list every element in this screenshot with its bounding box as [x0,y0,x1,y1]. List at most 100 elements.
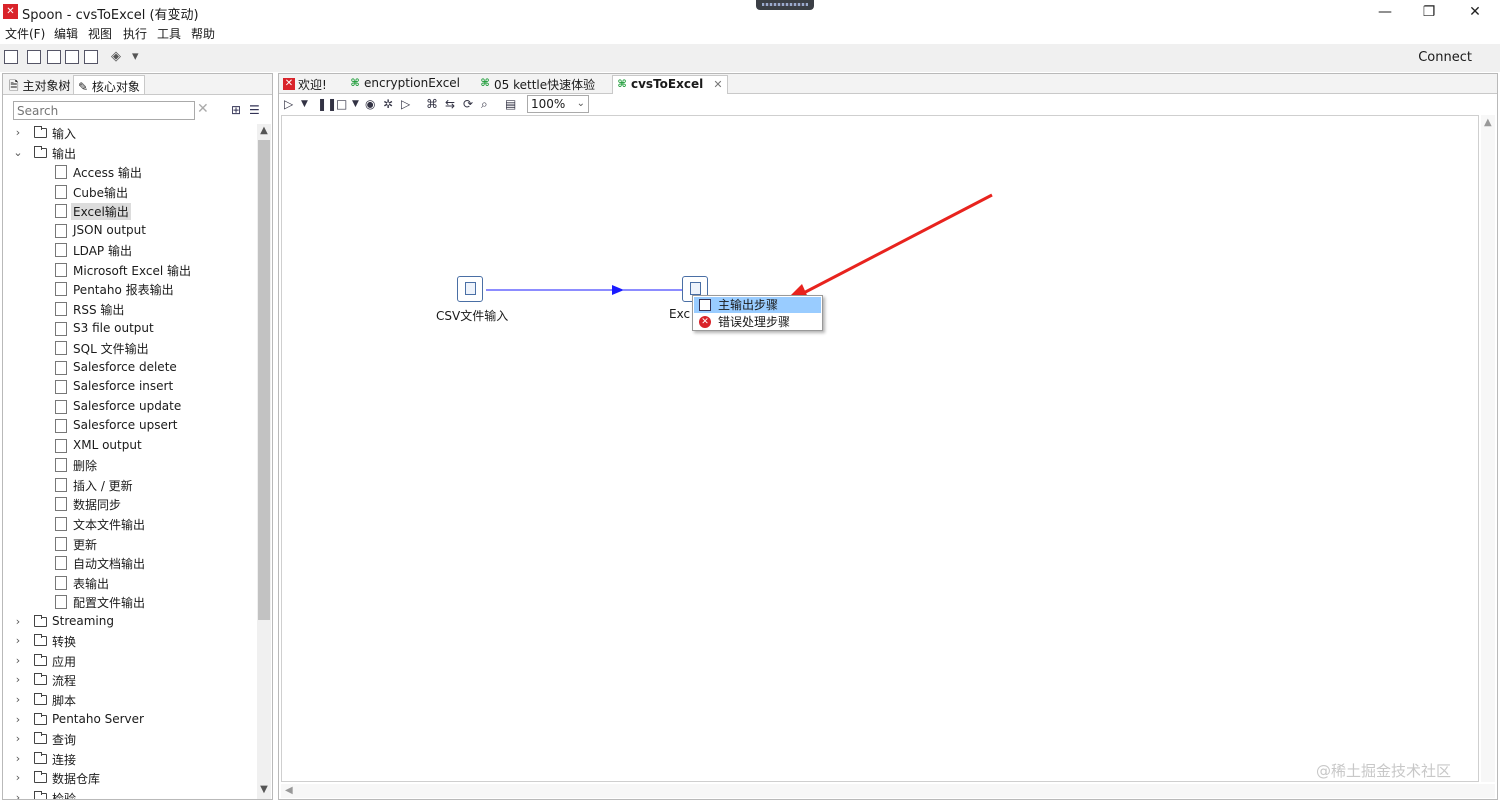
expand-all-icon[interactable]: ⊞ [231,103,241,117]
tree-step-item[interactable]: 插入 / 更新 [3,476,256,495]
tree-step-item[interactable]: Cube输出 [3,183,256,202]
chevron-right-icon[interactable]: › [12,730,24,748]
menu-help[interactable]: 帮助 [191,25,215,42]
tree-folder[interactable]: › 脚本 [3,691,256,710]
tree-folder[interactable]: › Streaming [3,613,256,632]
tab-main-tree[interactable]: 🗎 主对象树 [5,75,75,94]
save-as-icon[interactable] [84,50,98,64]
tab-welcome[interactable]: ✕ 欢迎! [280,75,331,94]
tab-encryption-excel[interactable]: ⌘ encryptionExcel [346,75,464,94]
tree-folder[interactable]: › 应用 [3,652,256,671]
tree-step-item[interactable]: Excel输出 [3,202,256,221]
layers-dropdown-icon[interactable]: ▾ [132,50,146,64]
tree-step-item[interactable]: SQL 文件输出 [3,339,256,358]
preview-icon[interactable]: ◉ [365,97,375,111]
tree-folder[interactable]: › 连接 [3,750,256,769]
chevron-right-icon[interactable]: › [12,613,24,631]
tree-scrollbar[interactable]: ▲ ▼ [257,124,271,799]
run-dropdown-icon[interactable]: ▼ [301,97,308,111]
menu-main-output-step[interactable]: 主输出步骤 [694,297,821,313]
scroll-up-icon[interactable]: ▲ [1484,117,1492,128]
restore-button[interactable]: ❐ [1406,0,1452,24]
tree-step-item[interactable]: Salesforce delete [3,359,256,378]
menu-edit[interactable]: 编辑 [54,25,78,42]
tree-step-item[interactable]: Salesforce update [3,398,256,417]
chevron-right-icon[interactable]: › [12,769,24,787]
tree-step-item[interactable]: XML output [3,437,256,456]
sql-icon[interactable]: ⟳ [463,97,473,111]
scroll-up-icon[interactable]: ▲ [257,125,271,136]
open-file-icon[interactable] [27,50,41,64]
stop-icon[interactable]: □ [336,97,347,111]
show-results-icon[interactable]: ▤ [505,97,516,111]
scroll-left-icon[interactable]: ◀ [285,785,293,796]
explore-repository-icon[interactable] [47,50,61,64]
tree-step-item[interactable]: 自动文档输出 [3,554,256,573]
replay-icon[interactable]: ▷ [401,97,410,111]
tree-step-item[interactable]: 配置文件输出 [3,593,256,612]
zoom-select[interactable]: 100% ⌄ [527,95,589,113]
verify-icon[interactable]: ⌘ [426,97,438,111]
tree-step-item[interactable]: Access 输出 [3,163,256,182]
tree-step-item[interactable]: JSON output [3,222,256,241]
tree-step-item[interactable]: LDAP 输出 [3,241,256,260]
impact-icon[interactable]: ⇆ [445,97,455,111]
menu-run[interactable]: 执行 [123,25,147,42]
chevron-down-icon[interactable]: ⌄ [12,144,24,162]
chevron-right-icon[interactable]: › [12,691,24,709]
tree-step-item[interactable]: 删除 [3,456,256,475]
scrollbar-thumb[interactable] [258,140,270,620]
stop-dropdown-icon[interactable]: ▼ [352,97,359,111]
debug-icon[interactable]: ✲ [383,97,393,111]
connect-button[interactable]: Connect [1418,50,1472,65]
tree-folder[interactable]: › 输入 [3,124,256,143]
tab-cvs-to-excel[interactable]: ⌘ cvsToExcel ✕ [612,75,728,94]
canvas-horizontal-scrollbar[interactable]: ◀ [281,784,1495,798]
canvas-vertical-scrollbar[interactable]: ▲ [1481,115,1495,782]
menu-view[interactable]: 视图 [88,25,112,42]
pause-icon[interactable]: ❚❚ [317,97,337,111]
close-button[interactable]: ✕ [1452,0,1498,24]
tree-step-item[interactable]: Microsoft Excel 输出 [3,261,256,280]
new-file-icon[interactable] [4,50,18,64]
tree-folder[interactable]: ⌄ 输出 [3,144,256,163]
tree-folder[interactable]: › 检验 [3,789,256,799]
tree-step-item[interactable]: RSS 输出 [3,300,256,319]
menu-tools[interactable]: 工具 [157,25,181,42]
minimize-button[interactable]: — [1362,0,1408,24]
tree-folder[interactable]: › 转换 [3,632,256,651]
tab-close-icon[interactable]: ✕ [713,78,722,91]
tree-folder[interactable]: › Pentaho Server [3,711,256,730]
clear-search-icon[interactable]: ✕ [197,101,209,117]
chevron-right-icon[interactable]: › [12,632,24,650]
tree-folder[interactable]: › 流程 [3,671,256,690]
chevron-right-icon[interactable]: › [12,789,24,799]
tree-step-item[interactable]: 文本文件输出 [3,515,256,534]
search-input[interactable] [14,102,194,119]
chevron-right-icon[interactable]: › [12,124,24,142]
csv-input-step[interactable] [457,276,483,302]
tree-folder[interactable]: › 数据仓库 [3,769,256,788]
explore-db-icon[interactable]: ⌕ [481,97,488,111]
chevron-right-icon[interactable]: › [12,750,24,768]
collapse-all-icon[interactable]: ☰ [249,103,260,117]
tree-step-item[interactable]: 表输出 [3,574,256,593]
run-icon[interactable]: ▷ [284,97,293,111]
tree-step-item[interactable]: 数据同步 [3,495,256,514]
layers-icon[interactable]: ◈ [111,50,125,64]
transformation-canvas[interactable]: CSV文件输入 Exc 主输出步骤 ✕ 错误处理步骤 [281,115,1479,782]
tree-folder[interactable]: › 查询 [3,730,256,749]
tab-core-objects[interactable]: ✎ 核心对象 [73,75,145,94]
save-icon[interactable] [65,50,79,64]
menu-file[interactable]: 文件(F) [5,25,45,42]
chevron-right-icon[interactable]: › [12,652,24,670]
tree-step-item[interactable]: S3 file output [3,320,256,339]
chevron-right-icon[interactable]: › [12,711,24,729]
scroll-down-icon[interactable]: ▼ [257,784,271,795]
tree-step-item[interactable]: Salesforce upsert [3,417,256,436]
tree-step-item[interactable]: Pentaho 报表输出 [3,280,256,299]
tree-step-item[interactable]: 更新 [3,535,256,554]
tab-kettle-quick[interactable]: ⌘ 05 kettle快速体验 [476,75,599,94]
tree-step-item[interactable]: Salesforce insert [3,378,256,397]
chevron-right-icon[interactable]: › [12,671,24,689]
